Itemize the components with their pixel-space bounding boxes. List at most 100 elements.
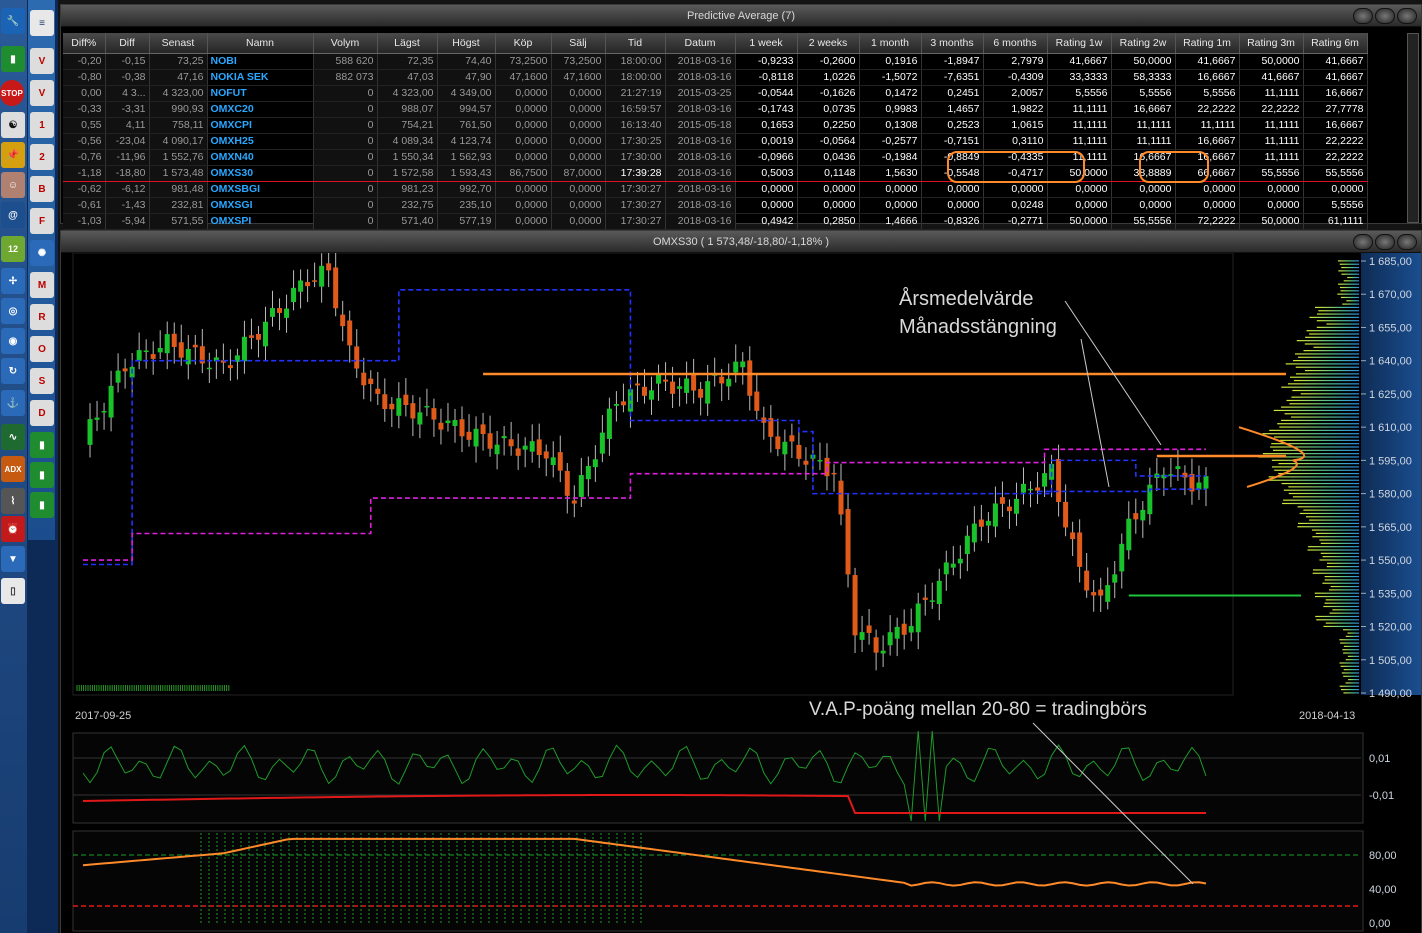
chart-o-icon[interactable]: O (30, 336, 54, 362)
close-button[interactable] (1397, 8, 1417, 24)
vertical-scrollbar[interactable] (1407, 33, 1419, 223)
rotate-icon[interactable]: ↻ (1, 358, 25, 384)
column-header[interactable]: 1 month (859, 33, 922, 54)
maximize-button[interactable] (1375, 8, 1395, 24)
compass-icon[interactable]: ✢ (1, 268, 25, 294)
table-cell: 21:27:19 (605, 85, 666, 102)
column-header[interactable]: Lägst (377, 33, 438, 54)
table-cell: OMXS30 (207, 164, 314, 182)
table-row[interactable]: -0,62 -6,12 981,48 OMXSBGI 0 981,23 992,70 0,00… (63, 181, 1368, 198)
column-header[interactable]: Köp (495, 33, 552, 54)
waveform-icon[interactable]: ⌇ (1, 488, 25, 514)
chart-m-icon[interactable]: M (30, 272, 54, 298)
column-header[interactable]: Senast (149, 33, 208, 54)
chart-close-button[interactable] (1397, 234, 1417, 250)
chart-2-icon[interactable]: 2 (30, 144, 54, 170)
table-row[interactable]: -0,76 -11,96 1 552,76 OMXN40 0 1 550,34 1 562,… (63, 149, 1368, 166)
column-header[interactable]: Diff (105, 33, 150, 54)
column-header[interactable]: Rating 2w (1111, 33, 1176, 54)
filter-icon[interactable]: ▼ (1, 546, 25, 572)
chart-v-icon[interactable]: V (30, 48, 54, 74)
table-cell: 0,0019 (735, 133, 798, 150)
table-cell: 0,2850 (797, 213, 860, 230)
table-cell: 11,1111 (1239, 133, 1304, 150)
candle-down (1133, 513, 1139, 520)
candle-down (305, 281, 311, 287)
alarm-clock-icon[interactable]: ⏰ (1, 516, 25, 542)
column-header[interactable]: Rating 6m (1303, 33, 1368, 54)
table-row[interactable]: -0,33 -3,31 990,93 OMXC20 0 988,07 994,57 0,000… (63, 101, 1368, 118)
column-header[interactable]: Namn (207, 33, 314, 54)
column-header[interactable]: Högst (437, 33, 496, 54)
candle-down (375, 388, 381, 394)
chart-1-icon[interactable]: 1 (30, 112, 54, 138)
chart-s-icon[interactable]: S (30, 368, 54, 394)
column-header[interactable]: Rating 1m (1175, 33, 1240, 54)
column-header[interactable]: Diff% (63, 33, 106, 54)
table-cell: 577,19 (437, 213, 496, 230)
table-cell: 72,2222 (1175, 213, 1240, 230)
calendar-icon[interactable]: 12 (1, 236, 25, 262)
minimize-button[interactable] (1353, 8, 1373, 24)
table-cell: 0,0000 (495, 149, 552, 166)
column-header[interactable]: Volym (313, 33, 378, 54)
wrench-icon[interactable]: 🔧 (1, 8, 25, 34)
price-chart[interactable]: 1 685,00 1 670,00 1 655,00 1 640,00 1 625,00… (61, 253, 1421, 933)
table-cell: 0 (313, 101, 378, 118)
chart-maximize-button[interactable] (1375, 234, 1395, 250)
document-icon[interactable]: ▯ (1, 578, 25, 604)
line-chart-icon[interactable]: ∿ (1, 424, 25, 450)
chart-r-icon[interactable]: R (30, 304, 54, 330)
chart-v2-icon[interactable]: V (30, 80, 54, 106)
column-header[interactable]: 2 weeks (797, 33, 860, 54)
candle-down (354, 346, 360, 369)
table-cell: 16:59:57 (605, 101, 666, 118)
column-header[interactable]: Sälj (551, 33, 606, 54)
bar-chart-green3-icon[interactable]: ▮ (30, 492, 54, 518)
table-row[interactable]: -0,61 -1,43 232,81 OMXSGI 0 232,75 235,10 0,000… (63, 197, 1368, 214)
bar-chart-green-icon[interactable]: ▮ (30, 432, 54, 458)
table-row[interactable]: 0,55 4,11 758,11 OMXCPI 0 754,21 761,50 0,0000 0… (63, 117, 1368, 134)
column-header[interactable]: Tid (605, 33, 666, 54)
chart-window-controls (1353, 234, 1417, 250)
globe-icon[interactable]: ◎ (1, 298, 25, 324)
table-cell: 11,1111 (1111, 117, 1176, 134)
pin-icon[interactable]: 📌 (1, 142, 25, 168)
chart-d-icon[interactable]: D (30, 400, 54, 426)
table-cell: 22,2222 (1239, 101, 1304, 118)
swirl-icon[interactable]: @ (1, 202, 25, 228)
table-cell: 990,93 (149, 101, 208, 118)
multicolor-chart-icon[interactable]: ✺ (30, 240, 54, 266)
column-header[interactable]: 6 months (983, 33, 1048, 54)
bar-chart-green2-icon[interactable]: ▮ (30, 462, 54, 488)
table-row[interactable]: 0,00 4 3... 4 323,00 NOFUT 0 4 323,00 4 349,00… (63, 85, 1368, 102)
chart-f-icon[interactable]: F (30, 208, 54, 234)
table-row[interactable]: -0,80 -0,38 47,16 NOKIA SEK 882 073 47,03 47,9… (63, 69, 1368, 86)
column-header[interactable]: Rating 1w (1047, 33, 1112, 54)
candle-down (845, 509, 851, 575)
candle-up (943, 562, 949, 575)
bar-chart-icon[interactable]: ▮ (1, 46, 25, 72)
list-document-icon[interactable]: ≡ (30, 10, 54, 36)
column-header[interactable]: Rating 3m (1239, 33, 1304, 54)
table-row[interactable]: -1,18 -18,80 1 573,48 OMXS30 0 1 572,58 1 593,… (63, 164, 1368, 182)
anchor-icon[interactable]: ⚓ (1, 390, 25, 416)
yin-yang-icon[interactable]: ☯ (1, 112, 25, 138)
table-row[interactable]: -0,56 -23,04 4 090,17 OMXH25 0 4 089,34 4 123,… (63, 133, 1368, 150)
world-icon[interactable]: ◉ (1, 328, 25, 354)
table-row[interactable]: -1,03 -5,94 571,55 OMXSPI 0 571,40 577,19 0,000… (63, 213, 1368, 230)
table-cell: 4 090,17 (149, 133, 208, 150)
chart-minimize-button[interactable] (1353, 234, 1373, 250)
table-cell: 33,3333 (1047, 69, 1112, 86)
adx-icon[interactable]: ADX (1, 456, 25, 482)
table-cell: 17:39:28 (605, 164, 666, 182)
stop-icon[interactable]: STOP (0, 80, 24, 106)
table-row[interactable]: -0,20 -0,15 73,25 NOBI 588 620 72,35 74,40 73,2… (63, 53, 1368, 70)
column-header[interactable]: 3 months (921, 33, 984, 54)
chart-b-icon[interactable]: B (30, 176, 54, 202)
candle-down (789, 435, 795, 442)
column-header[interactable]: Datum (665, 33, 736, 54)
column-header[interactable]: 1 week (735, 33, 798, 54)
avatar-icon[interactable]: ☺ (1, 172, 25, 198)
table-cell: 588 620 (313, 53, 378, 70)
